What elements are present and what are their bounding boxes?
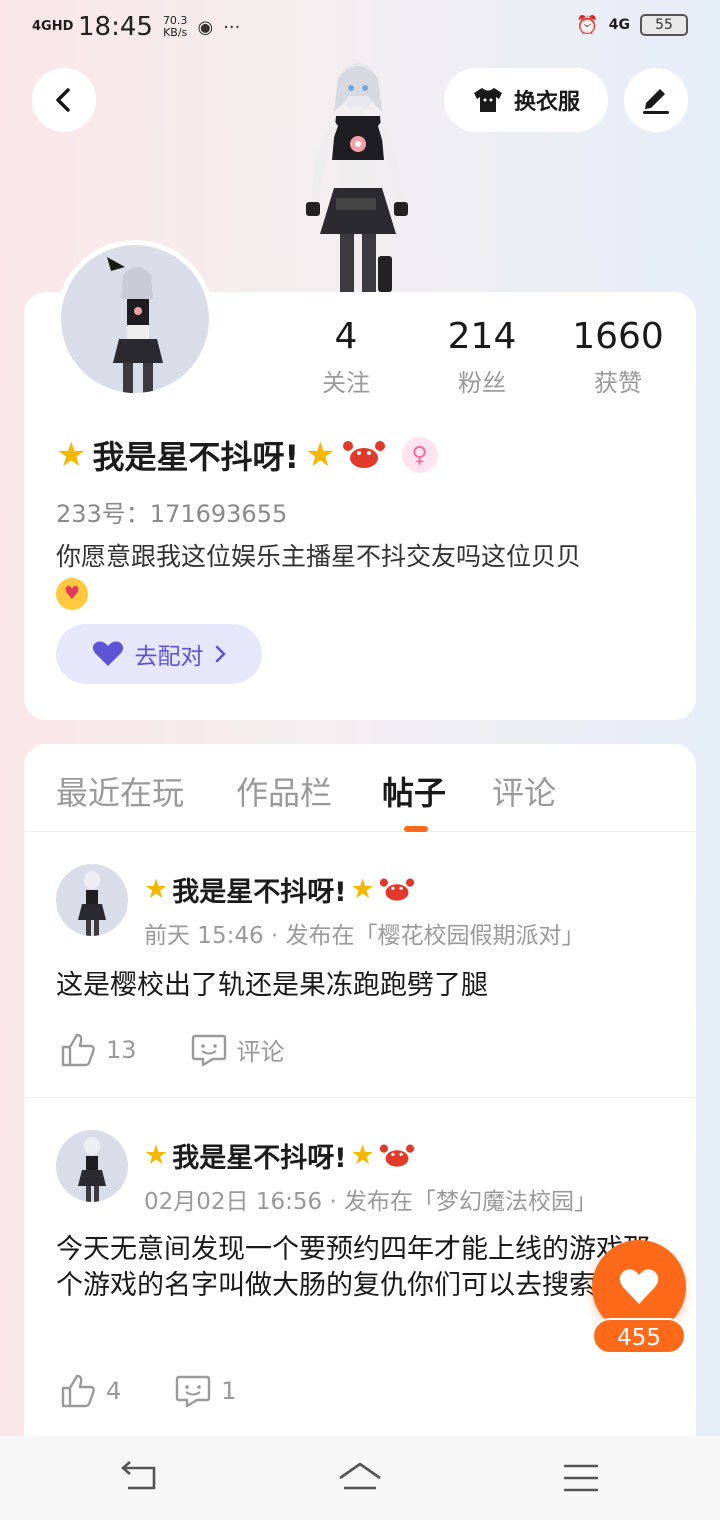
match-label: 去配对 bbox=[134, 644, 204, 670]
star-emoji-icon: ★ bbox=[144, 1140, 169, 1171]
back-button[interactable] bbox=[32, 68, 96, 132]
post-author-name[interactable]: ★ 我是星不抖呀! ★ bbox=[144, 1136, 415, 1175]
tshirt-icon bbox=[473, 88, 502, 112]
star-emoji-icon: ★ bbox=[350, 1140, 375, 1171]
network-indicator: 4GHD bbox=[32, 19, 74, 34]
likes-label: 获赞 bbox=[594, 369, 642, 397]
profile-bio: 你愿意跟我这位娱乐主播星不抖交友吗这位贝贝 ♥ bbox=[56, 540, 666, 610]
stat-following[interactable]: 4 关注 bbox=[286, 316, 406, 398]
following-count: 4 bbox=[334, 316, 358, 357]
star-emoji-icon: ★ bbox=[350, 874, 375, 905]
avatar-character-figure[interactable] bbox=[296, 56, 416, 292]
star-emoji-icon: ★ bbox=[56, 435, 87, 475]
tab-works[interactable]: 作品栏 bbox=[236, 768, 332, 814]
change-outfit-label: 换衣服 bbox=[513, 90, 580, 115]
like-button[interactable]: 4 bbox=[60, 1374, 121, 1408]
tab-posts[interactable]: 帖子 bbox=[382, 768, 446, 814]
comment-count: 1 bbox=[221, 1377, 237, 1405]
status-bar: 4GHD 18:45 70.3 KB/s ◉ ··· ⏰ 4G 55 bbox=[0, 0, 720, 56]
post-item[interactable]: ★ 我是星不抖呀! ★ 前天 15:46 · 发布在「樱花校园假期派对」 这是樱… bbox=[24, 832, 696, 1098]
post-author-avatar[interactable] bbox=[56, 1130, 128, 1202]
floating-like-count: 455 bbox=[592, 1318, 686, 1354]
nav-back-button[interactable] bbox=[118, 1458, 162, 1498]
network-right: 4G bbox=[608, 17, 630, 33]
crab-emoji-icon bbox=[379, 878, 414, 901]
post-author-name[interactable]: ★ 我是星不抖呀! ★ bbox=[144, 870, 415, 909]
nav-back-icon bbox=[121, 1461, 156, 1490]
post-text: 这是樱校出了轨还是果冻跑跑劈了腿 bbox=[56, 970, 488, 1001]
nav-menu-button[interactable] bbox=[560, 1458, 604, 1498]
star-emoji-icon: ★ bbox=[144, 874, 169, 905]
heart-icon bbox=[619, 1269, 659, 1304]
profile-username: ★ 我是星不抖呀! ★ ♀ bbox=[56, 432, 438, 478]
username-text: 我是星不抖呀! bbox=[92, 438, 300, 476]
like-count: 4 bbox=[106, 1377, 122, 1405]
comment-button[interactable]: 1 bbox=[175, 1374, 237, 1408]
network-speed: 70.3 KB/s bbox=[162, 14, 188, 39]
post-actions: 4 1 bbox=[60, 1374, 237, 1408]
tab-recent-play[interactable]: 最近在玩 bbox=[56, 768, 184, 814]
post-text: 今天无意间发现一个要预约四年才能上线的游戏那个游戏的名字叫做大肠的复仇你们可以去… bbox=[56, 1234, 650, 1301]
stat-fans[interactable]: 214 粉丝 bbox=[422, 316, 542, 398]
heart-icon bbox=[92, 641, 123, 666]
bio-text: 你愿意跟我这位娱乐主播星不抖交友吗这位贝贝 bbox=[56, 542, 582, 571]
comment-icon bbox=[176, 1375, 211, 1408]
back-arrow-icon bbox=[56, 88, 70, 112]
comment-label: 评论 bbox=[236, 1038, 285, 1066]
like-count: 13 bbox=[106, 1035, 137, 1064]
post-meta: 02月02日 16:56 · 发布在「梦幻魔法校园」 bbox=[144, 1189, 598, 1215]
edit-profile-button[interactable] bbox=[624, 68, 688, 132]
tab-bar: 最近在玩 作品栏 帖子 评论 bbox=[24, 744, 696, 832]
alarm-icon: ⏰ bbox=[576, 14, 599, 36]
pen-icon bbox=[643, 89, 669, 114]
system-nav-bar bbox=[0, 1436, 720, 1520]
following-label: 关注 bbox=[322, 369, 370, 397]
nav-home-button[interactable] bbox=[338, 1458, 382, 1498]
crab-emoji-icon bbox=[342, 441, 385, 468]
profile-avatar[interactable] bbox=[56, 240, 214, 398]
change-outfit-button[interactable]: 换衣服 bbox=[444, 68, 608, 132]
thumbs-up-icon bbox=[61, 1033, 95, 1066]
notification-icon: ◉ bbox=[197, 16, 214, 38]
post-actions: 13 评论 bbox=[60, 1032, 285, 1067]
crab-emoji-icon bbox=[379, 1144, 414, 1167]
clock: 18:45 bbox=[78, 12, 153, 42]
like-button[interactable]: 13 bbox=[60, 1033, 137, 1067]
kiss-emoji-icon: ♥ bbox=[56, 578, 88, 610]
comment-icon bbox=[191, 1034, 226, 1066]
user-id: 233号：171693655 bbox=[56, 500, 288, 528]
chevron-right-icon bbox=[215, 645, 226, 663]
match-button[interactable]: 去配对 bbox=[56, 624, 262, 684]
nav-menu-icon bbox=[564, 1464, 598, 1492]
stat-likes[interactable]: 1660 获赞 bbox=[558, 316, 678, 398]
fans-label: 粉丝 bbox=[458, 369, 506, 397]
star-emoji-icon: ★ bbox=[305, 435, 336, 475]
more-status-icon: ··· bbox=[223, 16, 241, 38]
post-author-avatar[interactable] bbox=[56, 864, 128, 936]
tab-comments[interactable]: 评论 bbox=[492, 768, 556, 814]
nav-home-icon bbox=[339, 1462, 381, 1490]
post-meta: 前天 15:46 · 发布在「樱花校园假期派对」 bbox=[144, 923, 585, 949]
likes-count: 1660 bbox=[572, 316, 664, 357]
fans-count: 214 bbox=[447, 316, 517, 357]
female-icon: ♀ bbox=[401, 437, 438, 473]
battery-indicator: 55 bbox=[640, 14, 688, 36]
comment-button[interactable]: 评论 bbox=[191, 1032, 285, 1067]
thumbs-up-icon bbox=[61, 1374, 95, 1408]
